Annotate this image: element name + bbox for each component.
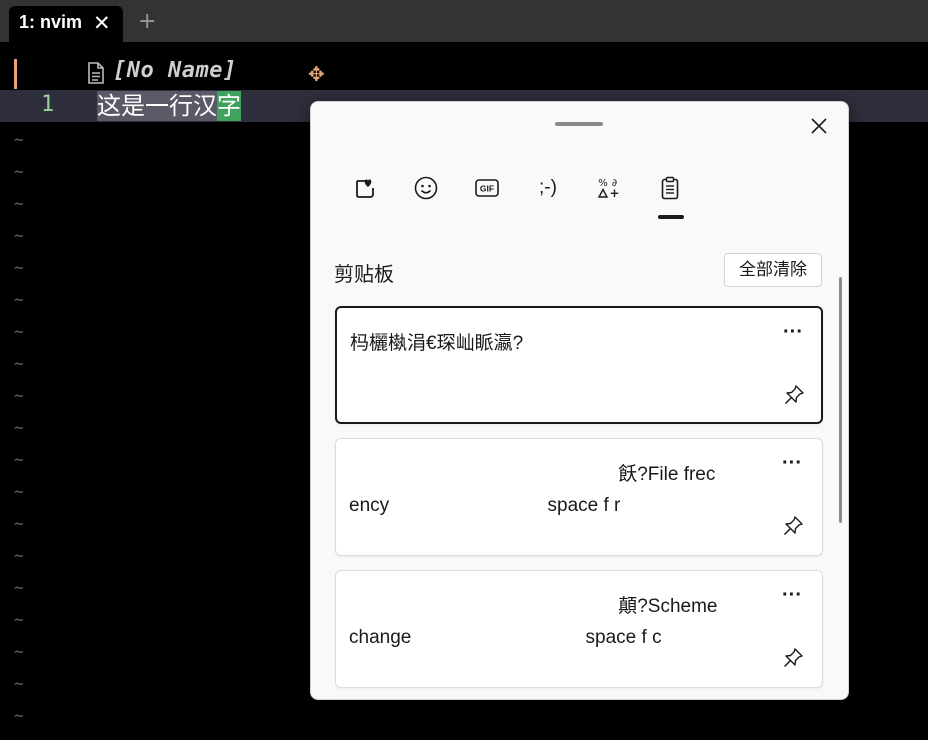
tilde-marker: ~ — [14, 482, 24, 501]
clipboard-item-text: 顛?Scheme change space f c — [349, 596, 718, 648]
svg-text:∂: ∂ — [612, 178, 617, 189]
kaomoji-label: ;-) — [539, 177, 557, 198]
more-options-icon[interactable]: ··· — [778, 453, 806, 481]
scrollbar[interactable] — [839, 277, 842, 523]
selected-text: 这是一行汉 — [97, 91, 217, 121]
tab-kaomoji[interactable]: ;-) — [528, 168, 568, 208]
more-options-icon[interactable]: ··· — [778, 585, 806, 613]
drag-handle[interactable] — [555, 122, 603, 126]
tab-close-icon[interactable]: ✕ — [93, 9, 111, 37]
tilde-marker: ~ — [14, 546, 24, 565]
tilde-marker: ~ — [14, 162, 24, 181]
git-sign-bar — [14, 59, 17, 89]
clipboard-panel: GIF ;-) % ∂ 剪贴板 全部清除 杩欐槸涓€琛屾眽瀛? ··· 飫?Fi… — [310, 101, 849, 700]
tilde-marker: ~ — [14, 578, 24, 597]
clipboard-item-text: 杩欐槸涓€琛屾眽瀛? — [350, 333, 524, 354]
terminal-tab-bar: 1: nvim ✕ + — [0, 0, 928, 42]
tilde-marker: ~ — [14, 514, 24, 533]
clipboard-item[interactable]: 飫?File frec ency space f r ··· — [335, 438, 823, 556]
tilde-marker: ~ — [14, 450, 24, 469]
smiley-icon — [414, 176, 438, 200]
tab-kaomoji-favorites[interactable] — [345, 168, 385, 208]
tilde-marker: ~ — [14, 354, 24, 373]
tab-emoji[interactable] — [406, 168, 446, 208]
tilde-marker: ~ — [14, 130, 24, 149]
more-options-icon[interactable]: ··· — [779, 322, 807, 350]
tilde-marker: ~ — [14, 194, 24, 213]
tilde-marker: ~ — [14, 386, 24, 405]
tilde-marker: ~ — [14, 706, 24, 725]
tilde-marker: ~ — [14, 322, 24, 341]
clear-all-button[interactable]: 全部清除 — [724, 253, 822, 287]
svg-text:%: % — [598, 178, 608, 189]
move-icon: ✥ — [308, 62, 325, 86]
gif-icon: GIF — [475, 179, 499, 197]
tab-nvim[interactable]: 1: nvim ✕ — [9, 6, 123, 42]
file-icon — [88, 62, 104, 84]
tab-symbols[interactable]: % ∂ — [589, 168, 629, 208]
buffer-line[interactable]: 这是一行汉字 — [97, 91, 241, 121]
clipboard-icon — [661, 176, 679, 200]
tilde-marker: ~ — [14, 290, 24, 309]
section-title: 剪贴板 — [334, 264, 394, 286]
tilde-marker: ~ — [14, 610, 24, 629]
new-tab-button[interactable]: + — [138, 9, 156, 35]
tilde-marker: ~ — [14, 258, 24, 277]
tab-title: 1: nvim — [19, 12, 83, 32]
gif-label: GIF — [480, 184, 494, 194]
cursor-char: 字 — [217, 91, 241, 121]
tab-clipboard-history[interactable] — [650, 168, 690, 208]
tilde-marker: ~ — [14, 642, 24, 661]
tilde-marker: ~ — [14, 418, 24, 437]
pin-icon[interactable] — [782, 515, 804, 537]
pin-icon[interactable] — [783, 384, 805, 406]
symbols-icon: % ∂ — [597, 178, 619, 198]
close-icon[interactable] — [805, 112, 833, 140]
clipboard-item[interactable]: 顛?Scheme change space f c ··· — [335, 570, 823, 688]
tilde-marker: ~ — [14, 674, 24, 693]
clipboard-item[interactable]: 杩欐槸涓€琛屾眽瀛? ··· — [335, 306, 823, 424]
tab-gif[interactable]: GIF — [467, 168, 507, 208]
winbar-filename: [No Name] — [113, 58, 237, 83]
tilde-marker: ~ — [14, 226, 24, 245]
active-tab-indicator — [658, 215, 684, 219]
clipboard-item-text: 飫?File frec ency space f r — [349, 464, 716, 516]
pin-icon[interactable] — [782, 647, 804, 669]
heart-sticker-icon — [356, 179, 374, 198]
line-number: 1 — [41, 92, 55, 117]
